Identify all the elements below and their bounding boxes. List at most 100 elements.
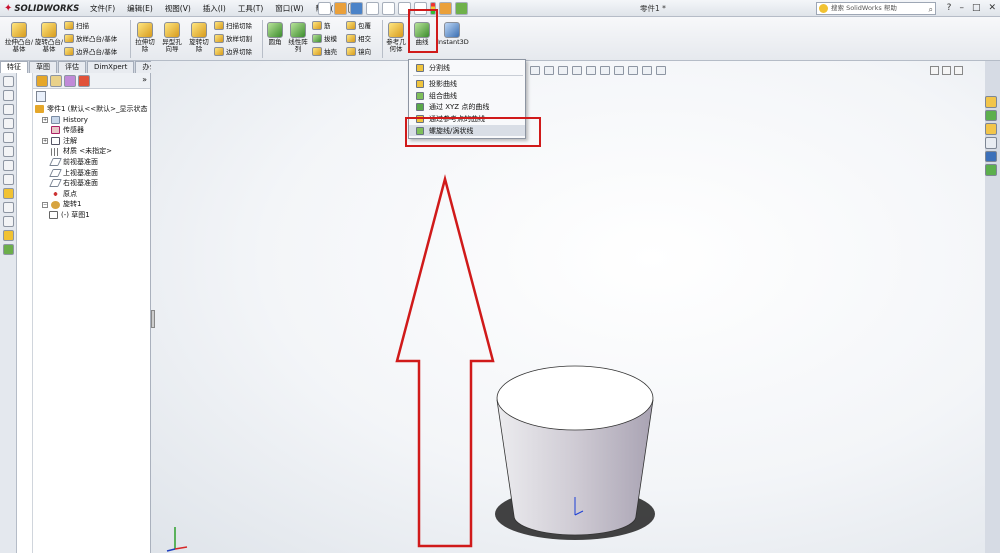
property-manager-icon[interactable] (50, 75, 62, 87)
save-icon[interactable] (350, 2, 363, 15)
toolbar-icon[interactable] (3, 188, 14, 199)
restore-icon[interactable]: □ (972, 2, 981, 14)
options-icon[interactable] (439, 2, 452, 15)
display-style-icon[interactable] (600, 66, 610, 75)
toolbar-icon[interactable] (3, 104, 14, 115)
magnifier-icon[interactable]: ⌕ (929, 4, 933, 15)
linear-pattern-button[interactable]: 线性阵列 (287, 22, 309, 53)
toolbar-icon[interactable] (3, 244, 14, 255)
rib-button[interactable]: 筋 (312, 20, 331, 30)
design-library-icon[interactable] (985, 109, 997, 122)
apply-scene-icon[interactable] (642, 66, 652, 75)
menu-file[interactable]: 文件(F) (84, 2, 121, 15)
tree-item[interactable]: 前视基准面 (35, 157, 150, 168)
toolbar-icon[interactable] (3, 146, 14, 157)
viewport-restore-icon[interactable] (942, 66, 951, 75)
graphics-area[interactable] (151, 61, 985, 553)
toolbar-icon[interactable] (3, 202, 14, 213)
custom-properties-icon[interactable] (985, 164, 997, 177)
menu-tools[interactable]: 工具(T) (232, 2, 269, 15)
menu-window[interactable]: 窗口(W) (269, 2, 309, 15)
tab-evaluate[interactable]: 评估 (58, 61, 86, 73)
tab-sketch[interactable]: 草图 (29, 61, 57, 73)
tree-item[interactable]: 上视基准面 (35, 168, 150, 179)
tree-item[interactable]: (-) 草图1 (35, 210, 150, 221)
menu-item-curve-through-xyz[interactable]: 通过 XYZ 点的曲线 (409, 101, 525, 112)
hole-wizard-button[interactable]: 异型孔向导 (160, 22, 184, 53)
tree-item[interactable]: 传感器 (35, 125, 150, 136)
loft-boss-button[interactable]: 放样凸台/基体 (64, 33, 117, 43)
help-icon[interactable]: ? (947, 2, 952, 14)
swept-cut-button[interactable]: 扫描切除 (214, 20, 252, 30)
toolbar-icon[interactable] (3, 174, 14, 185)
toolbar-icon[interactable] (3, 76, 14, 87)
view-orientation-icon[interactable] (586, 66, 596, 75)
tree-item[interactable]: 零件1 (默认<<默认>_显示状态 (35, 104, 150, 115)
undo-icon[interactable] (382, 2, 395, 15)
previous-view-icon[interactable] (558, 66, 568, 75)
expand-toggle-icon[interactable]: − (42, 201, 48, 208)
menu-item-projected-curve[interactable]: 投影曲线 (409, 78, 525, 89)
wrap-button[interactable]: 包覆 (346, 20, 371, 30)
menu-view[interactable]: 视图(V) (159, 2, 197, 15)
boundary-boss-button[interactable]: 边界凸台/基体 (64, 46, 117, 56)
file-properties-icon[interactable] (455, 2, 468, 15)
tree-item[interactable]: + 注解 (35, 136, 150, 147)
toolbar-icon[interactable] (3, 118, 14, 129)
extrude-cut-button[interactable]: 拉伸切除 (134, 22, 156, 53)
hide-show-items-icon[interactable] (614, 66, 624, 75)
view-settings-icon[interactable] (656, 66, 666, 75)
tree-item[interactable]: 右视基准面 (35, 178, 150, 189)
boundary-cut-button[interactable]: 边界切除 (214, 46, 252, 56)
expand-toggle-icon[interactable]: + (42, 116, 48, 123)
zoom-area-icon[interactable] (544, 66, 554, 75)
extrude-boss-button[interactable]: 拉伸凸台/基体 (4, 22, 34, 53)
tab-dimxpert[interactable]: DimXpert (87, 61, 135, 73)
toolbar-icon[interactable] (3, 230, 14, 241)
file-explorer-icon[interactable] (985, 123, 997, 136)
toolbar-icon[interactable] (3, 132, 14, 143)
more-tabs-icon[interactable]: » (142, 75, 147, 84)
toolbar-icon[interactable] (3, 90, 14, 101)
configuration-manager-icon[interactable] (64, 75, 76, 87)
toolbar-icon[interactable] (3, 216, 14, 227)
zoom-to-fit-icon[interactable] (530, 66, 540, 75)
print-icon[interactable] (366, 2, 379, 15)
revolve-boss-button[interactable]: 旋转凸台/基体 (34, 22, 64, 53)
menu-insert[interactable]: 插入(I) (197, 2, 232, 15)
intersect-button[interactable]: 相交 (346, 33, 371, 43)
instant3d-button[interactable]: Instant3D (437, 22, 469, 46)
fillet-button[interactable]: 圆角 (266, 22, 284, 46)
lofted-cut-button[interactable]: 放样切割 (214, 33, 252, 43)
sweep-button[interactable]: 扫描 (64, 20, 89, 30)
feature-tree-icon[interactable] (36, 75, 48, 87)
tree-item[interactable]: 原点 (35, 189, 150, 200)
new-file-icon[interactable] (318, 2, 331, 15)
draft-button[interactable]: 拔模 (312, 33, 337, 43)
menu-item-composite-curve[interactable]: 组合曲线 (409, 90, 525, 101)
filter-icon[interactable] (36, 91, 46, 102)
open-file-icon[interactable] (334, 2, 347, 15)
solidworks-resources-icon[interactable] (985, 96, 997, 108)
tree-item[interactable]: − 旋转1 (35, 199, 150, 210)
toolbar-icon[interactable] (3, 160, 14, 171)
revolve-cut-button[interactable]: 旋转切除 (188, 22, 210, 53)
mirror-button[interactable]: 镜向 (346, 46, 371, 56)
section-view-icon[interactable] (572, 66, 582, 75)
tree-item[interactable]: 材质 <未指定> (35, 146, 150, 157)
close-icon[interactable]: ✕ (988, 2, 996, 14)
edit-appearance-icon[interactable] (628, 66, 638, 75)
menu-item-split-line[interactable]: 分割线 (409, 62, 525, 73)
display-manager-icon[interactable] (78, 75, 90, 87)
appearances-icon[interactable] (985, 150, 997, 163)
panel-splitter[interactable] (151, 310, 155, 328)
view-palette-icon[interactable] (985, 137, 997, 149)
shell-button[interactable]: 抽壳 (312, 46, 337, 56)
tree-item[interactable]: + History (35, 115, 150, 126)
expand-toggle-icon[interactable]: + (42, 138, 48, 145)
tab-features[interactable]: 特征 (0, 61, 28, 73)
viewport-minimize-icon[interactable] (930, 66, 939, 75)
minimize-icon[interactable]: – (959, 2, 964, 14)
viewport-close-icon[interactable] (954, 66, 963, 75)
menu-edit[interactable]: 编辑(E) (121, 2, 159, 15)
